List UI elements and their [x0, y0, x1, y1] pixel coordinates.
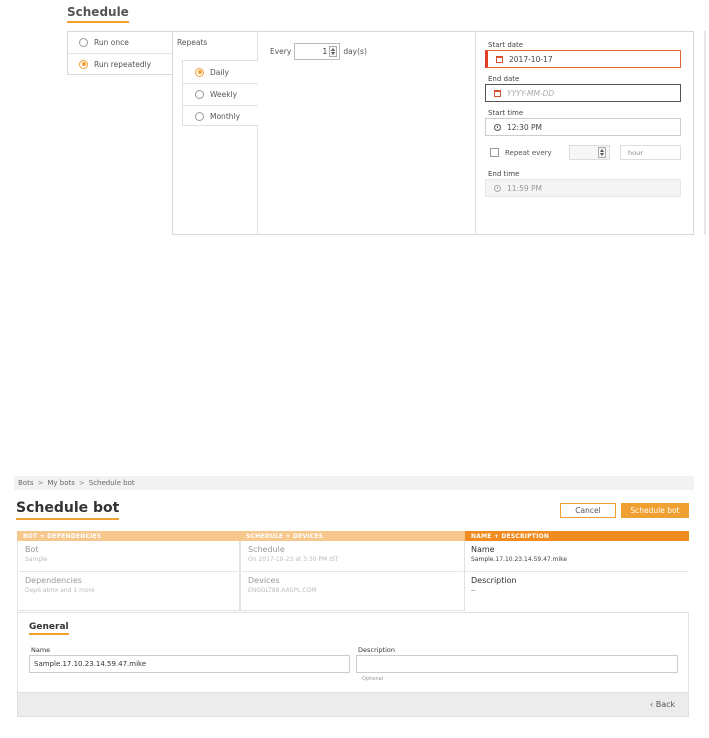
- start-date-value: 2017-10-17: [509, 54, 553, 64]
- step-item-dependencies: Dependencies Dep6 atmx and 1 more: [19, 572, 238, 603]
- schedule-bot-button[interactable]: Schedule bot: [621, 503, 689, 518]
- step-item-title: Bot: [25, 545, 39, 554]
- cancel-button[interactable]: Cancel: [560, 503, 616, 518]
- repeat-every-label: Repeat every: [505, 148, 552, 157]
- breadcrumb-bots[interactable]: Bots: [18, 479, 33, 487]
- start-date-label: Start date: [488, 41, 524, 49]
- radio-daily[interactable]: [195, 67, 204, 77]
- spinner-icon[interactable]: [598, 147, 606, 158]
- spinner-icon[interactable]: [329, 46, 338, 57]
- step-item-value: Dep6 atmx and 1 more: [25, 587, 95, 594]
- step-item-value: --: [471, 587, 476, 594]
- end-date-label: End date: [488, 75, 520, 83]
- step-item-name: Name Sample.17.10.23.14.59.47.mike: [465, 541, 689, 572]
- footer-bar: [17, 692, 689, 717]
- description-hint: Optional: [362, 676, 384, 682]
- step-item-bot: Bot Sample: [19, 541, 238, 572]
- breadcrumb-my-bots[interactable]: My bots: [47, 479, 75, 487]
- step-header: SCHEDULE + DEVICES: [240, 531, 465, 541]
- general-section: [17, 612, 689, 692]
- step-bot-dependencies[interactable]: BOT + DEPENDENCIES Bot Sample Dependenci…: [17, 531, 240, 611]
- frequency-options: Daily Weekly Monthly: [182, 60, 258, 126]
- name-input-value: Sample.17.10.23.14.59.47.mike: [34, 660, 147, 668]
- schedule-title: Schedule: [67, 5, 129, 23]
- step-body: Name Sample.17.10.23.14.59.47.mike Descr…: [465, 541, 689, 611]
- monthly-label: Monthly: [210, 112, 241, 121]
- step-item-title: Description: [471, 576, 517, 585]
- step-item-schedule: Schedule On 2017-10-23 at 3:30 PM IST: [242, 541, 463, 572]
- repeat-unit-select[interactable]: hour: [620, 145, 681, 160]
- end-date-field[interactable]: YYYY-MM-DD: [485, 84, 681, 102]
- step-item-value: On 2017-10-23 at 3:30 PM IST: [248, 556, 339, 563]
- end-time-value: 11:59 PM: [507, 183, 542, 193]
- clock-icon: [494, 184, 501, 192]
- every-suffix: day(s): [343, 47, 367, 56]
- description-label: Description: [358, 646, 396, 654]
- run-once-label: Run once: [94, 38, 129, 47]
- start-time-field[interactable]: 12:30 PM: [485, 118, 681, 136]
- end-time-label: End time: [488, 170, 520, 178]
- step-item-value: ENGGLT88.AASPL.COM: [248, 587, 317, 594]
- step-item-value: Sample: [25, 556, 48, 563]
- step-header: BOT + DEPENDENCIES: [17, 531, 240, 541]
- step-item-devices: Devices ENGGLT88.AASPL.COM: [242, 572, 463, 603]
- every-days-value: 1: [322, 47, 328, 56]
- breadcrumb-current: Schedule bot: [88, 479, 135, 487]
- radio-run-repeatedly[interactable]: [79, 59, 88, 69]
- description-input[interactable]: [356, 655, 678, 673]
- every-prefix: Every: [270, 47, 292, 56]
- every-days-row: Every 1 day(s): [270, 43, 367, 60]
- weekly-label: Weekly: [210, 90, 238, 99]
- repeat-every-checkbox[interactable]: [490, 148, 499, 157]
- radio-weekly[interactable]: [195, 90, 204, 99]
- frequency-weekly-option[interactable]: Weekly: [183, 83, 258, 105]
- repeat-unit-value: hour: [628, 148, 643, 157]
- back-link[interactable]: ‹ Back: [650, 700, 675, 709]
- end-date-placeholder: YYYY-MM-DD: [507, 88, 555, 98]
- breadcrumb-separator: >: [78, 479, 85, 487]
- step-header: NAME + DESCRIPTION: [465, 531, 689, 541]
- step-body: Schedule On 2017-10-23 at 3:30 PM IST De…: [240, 541, 465, 611]
- name-label: Name: [31, 646, 51, 654]
- repeat-every-row: Repeat every: [490, 148, 552, 157]
- run-repeatedly-label: Run repeatedly: [94, 59, 152, 69]
- every-days-input[interactable]: 1: [294, 43, 341, 60]
- step-item-title: Devices: [248, 576, 280, 585]
- end-time-field: 11:59 PM: [485, 179, 681, 197]
- breadcrumb-separator: >: [37, 479, 44, 487]
- step-item-title: Dependencies: [25, 576, 82, 585]
- general-title: General: [29, 622, 69, 635]
- repeats-label: Repeats: [177, 38, 208, 47]
- frequency-daily-option[interactable]: Daily: [183, 61, 258, 83]
- daily-label: Daily: [210, 67, 229, 77]
- repeat-every-input[interactable]: [569, 145, 610, 160]
- run-mode-options: Run once Run repeatedly: [67, 31, 172, 75]
- calendar-icon: [496, 55, 503, 63]
- radio-run-once[interactable]: [79, 38, 88, 47]
- step-item-title: Name: [471, 545, 495, 554]
- calendar-icon: [494, 89, 501, 97]
- start-date-field[interactable]: 2017-10-17: [485, 50, 681, 68]
- step-body: Bot Sample Dependencies Dep6 atmx and 1 …: [17, 541, 240, 611]
- step-item-value: Sample.17.10.23.14.59.47.mike: [471, 556, 568, 563]
- page-title: Schedule bot: [16, 500, 120, 520]
- scrollbar[interactable]: [704, 31, 706, 235]
- clock-icon: [494, 123, 501, 131]
- breadcrumb: Bots > My bots > Schedule bot: [14, 476, 694, 490]
- run-once-option[interactable]: Run once: [68, 32, 172, 53]
- step-item-title: Schedule: [248, 545, 285, 554]
- run-repeatedly-option[interactable]: Run repeatedly: [68, 53, 172, 74]
- step-name-description[interactable]: NAME + DESCRIPTION Name Sample.17.10.23.…: [465, 531, 689, 611]
- frequency-monthly-option[interactable]: Monthly: [183, 105, 258, 127]
- step-item-description: Description --: [465, 572, 689, 603]
- start-time-value: 12:30 PM: [507, 122, 542, 132]
- radio-monthly[interactable]: [195, 112, 204, 121]
- step-schedule-devices[interactable]: SCHEDULE + DEVICES Schedule On 2017-10-2…: [240, 531, 465, 611]
- start-time-label: Start time: [488, 109, 524, 117]
- name-input[interactable]: Sample.17.10.23.14.59.47.mike: [29, 655, 350, 673]
